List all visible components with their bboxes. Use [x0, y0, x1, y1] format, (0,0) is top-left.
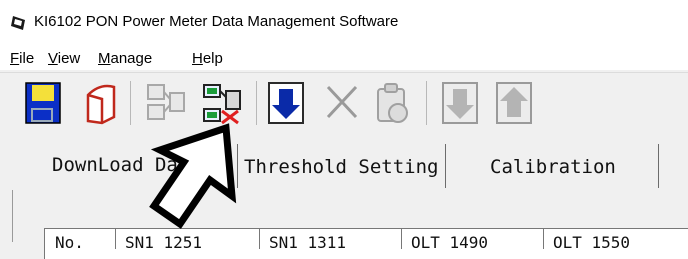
toolbar-separator — [256, 81, 257, 125]
column-header-olt-1490[interactable]: OLT 1490 — [411, 233, 488, 252]
move-down-icon — [442, 82, 478, 124]
save-button[interactable] — [22, 77, 62, 129]
column-header-no[interactable]: No. — [55, 233, 84, 252]
eraser-button[interactable] — [80, 77, 120, 129]
delete-icon — [326, 85, 358, 119]
menu-manage[interactable]: Manage — [98, 50, 152, 67]
download-icon — [268, 82, 304, 124]
tab-divider — [658, 144, 659, 188]
menu-file-accel: F — [10, 50, 20, 67]
move-up-button[interactable] — [494, 77, 534, 129]
menu-help-accel: H — [192, 50, 203, 67]
eraser-icon — [86, 84, 116, 125]
move-up-icon — [496, 82, 532, 124]
menu-view-accel: V — [48, 50, 58, 67]
delete-button[interactable] — [322, 77, 362, 129]
menu-view-rest: iew — [57, 50, 81, 67]
window-title: KI6102 PON Power Meter Data Management S… — [34, 13, 399, 30]
column-divider — [401, 229, 402, 249]
clipboard-button[interactable] — [372, 77, 412, 129]
tab-strip: DownLoad Da Threshold Setting Calibratio… — [12, 136, 688, 192]
menu-manage-rest: anage — [110, 50, 153, 67]
tab-threshold-setting[interactable]: Threshold Setting — [244, 156, 438, 178]
move-down-button[interactable] — [440, 77, 480, 129]
tab-calibration[interactable]: Calibration — [490, 156, 616, 178]
pointer-arrow-icon — [149, 123, 237, 229]
column-divider — [115, 229, 116, 249]
menu-help[interactable]: Help — [192, 50, 223, 67]
app-icon — [11, 16, 25, 30]
column-header-olt-1550[interactable]: OLT 1550 — [553, 233, 630, 252]
menu-view[interactable]: View — [48, 50, 80, 67]
title-bar: KI6102 PON Power Meter Data Management S… — [0, 0, 688, 40]
menu-help-rest: elp — [202, 50, 223, 67]
menu-manage-accel: M — [98, 50, 111, 67]
download-button[interactable] — [266, 77, 306, 129]
clipboard-icon — [377, 83, 408, 123]
tab-divider — [445, 144, 446, 188]
menu-file[interactable]: File — [10, 50, 34, 67]
toolbar-separator — [130, 81, 131, 125]
column-divider — [543, 229, 544, 249]
menu-bar: File View Manage Help — [0, 40, 688, 70]
toolbar-separator — [426, 81, 427, 125]
column-divider — [259, 229, 260, 249]
menu-file-rest: ile — [19, 50, 35, 67]
column-header-sn1-1311[interactable]: SN1 1311 — [269, 233, 346, 252]
toolbar — [0, 72, 688, 135]
save-icon — [25, 82, 61, 124]
